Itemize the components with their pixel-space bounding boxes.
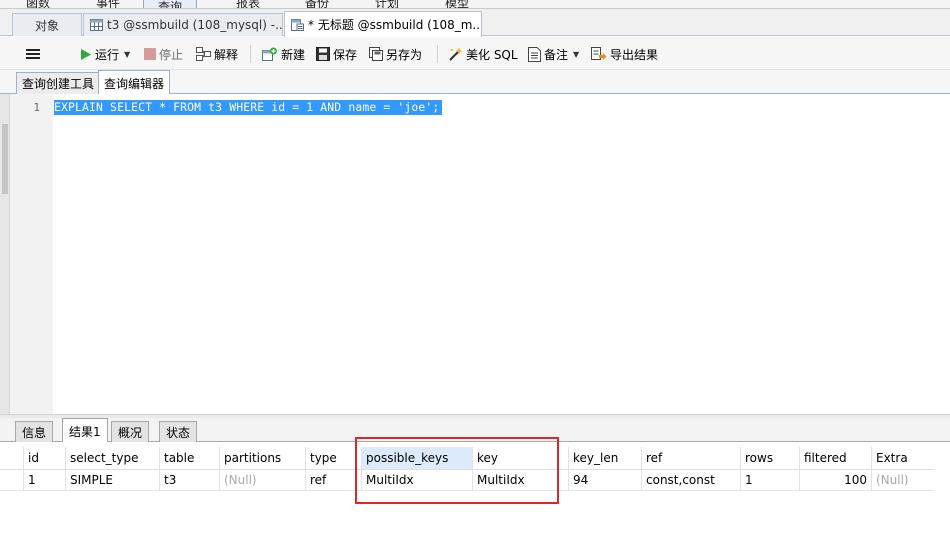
menu-item-model[interactable]: 模型 <box>445 0 469 8</box>
menu-item-functions[interactable]: 函数 <box>26 0 50 8</box>
editor-tab-bar: 查询创建工具 查询编辑器 <box>0 70 950 95</box>
line-number-gutter <box>10 94 53 414</box>
line-number: 1 <box>33 101 40 114</box>
tab-query-editor[interactable]: 查询编辑器 <box>98 70 171 95</box>
grid-cell[interactable]: ref <box>305 470 361 490</box>
tab-label: 对象 <box>34 18 59 33</box>
note-icon <box>528 46 541 62</box>
menu-item-backup[interactable]: 备份 <box>305 0 329 8</box>
export-icon <box>591 46 607 60</box>
save-as-label: 另存为 <box>386 47 423 62</box>
chevron-down-icon[interactable]: ▼ <box>124 50 130 59</box>
grid-cell[interactable]: 100 <box>799 470 871 490</box>
explain-button[interactable]: 解释 <box>196 45 238 63</box>
editor-scrollbar[interactable] <box>0 94 10 414</box>
save-as-icon <box>369 47 383 61</box>
save-icon <box>316 47 330 61</box>
selected-sql-text[interactable]: EXPLAIN SELECT * FROM t3 WHERE id = 1 AN… <box>54 100 443 115</box>
tab-label: * 无标题 @ssmbuild (108_m... <box>308 18 482 32</box>
stop-label: 停止 <box>159 47 184 62</box>
explain-label: 解释 <box>214 47 239 62</box>
export-label: 导出结果 <box>610 47 659 62</box>
tab-label: 查询编辑器 <box>104 76 165 91</box>
grid-cell[interactable]: SIMPLE <box>65 470 159 490</box>
column-header[interactable]: table <box>159 447 219 469</box>
tab-table-t3[interactable]: t3 @ssmbuild (108_mysql) -... <box>83 13 283 36</box>
tab-info[interactable]: 信息 <box>15 421 54 442</box>
menu-item-query[interactable]: 查询 <box>143 0 198 8</box>
tab-label: 状态 <box>166 425 191 440</box>
run-button[interactable]: 运行 ▼ <box>80 45 130 63</box>
grid-cell[interactable]: const,const <box>641 470 740 490</box>
sql-editor[interactable]: 1 EXPLAIN SELECT * FROM t3 WHERE id = 1 … <box>0 94 950 414</box>
tab-query-builder[interactable]: 查询创建工具 <box>16 72 101 94</box>
save-button[interactable]: 保存 <box>316 45 357 63</box>
tab-label: 结果1 <box>69 424 101 439</box>
column-header[interactable]: type <box>305 447 361 469</box>
new-query-icon <box>262 47 277 61</box>
tab-label: t3 @ssmbuild (108_mysql) -... <box>107 18 283 32</box>
tab-objects[interactable]: 对象 <box>12 13 82 36</box>
menu-bar: 函数 事件 查询 报表 备份 计划 模型 <box>0 0 950 9</box>
hamburger-icon <box>26 49 40 59</box>
column-header[interactable]: select_type <box>65 447 159 469</box>
tab-untitled-query[interactable]: * 无标题 @ssmbuild (108_m... <box>284 11 482 37</box>
column-header[interactable]: ref <box>641 447 740 469</box>
menu-item-schedule[interactable]: 计划 <box>375 0 399 8</box>
tab-label: 概况 <box>118 425 143 440</box>
menu-button[interactable] <box>26 45 43 63</box>
note-button[interactable]: 备注 ▼ <box>528 45 579 63</box>
note-label: 备注 <box>544 47 569 62</box>
tab-status[interactable]: 状态 <box>159 421 198 442</box>
document-tab-bar: 对象 t3 @ssmbuild (108_mysql) -... * 无标题 @… <box>0 9 950 37</box>
menu-item-reports[interactable]: 报表 <box>236 0 260 8</box>
grid-cell[interactable]: (Null) <box>871 470 934 490</box>
stop-icon <box>144 48 156 60</box>
tab-result-1[interactable]: 结果1 <box>62 418 108 443</box>
tab-label: 查询创建工具 <box>22 77 95 91</box>
column-header[interactable]: filtered <box>799 447 871 469</box>
scrollbar-thumb[interactable] <box>2 124 8 194</box>
column-header[interactable]: rows <box>740 447 799 469</box>
save-label: 保存 <box>333 47 358 62</box>
toolbar-divider <box>250 45 251 63</box>
column-header[interactable]: Extra <box>871 447 934 469</box>
toolbar-divider <box>437 45 438 63</box>
grid-cell[interactable]: (Null) <box>219 470 305 490</box>
table-icon <box>90 19 103 31</box>
grid-cell[interactable]: t3 <box>159 470 219 490</box>
grid-cell[interactable]: 1 <box>740 470 799 490</box>
tab-profile[interactable]: 概况 <box>111 421 150 442</box>
column-header[interactable]: id <box>23 447 65 469</box>
grid-cell[interactable]: 94 <box>568 470 641 490</box>
query-icon <box>291 18 304 31</box>
save-as-button[interactable]: 另存为 <box>369 45 422 63</box>
new-query-button[interactable]: 新建 <box>262 45 305 63</box>
chevron-down-icon[interactable]: ▼ <box>573 50 579 59</box>
column-header[interactable]: key_len <box>568 447 641 469</box>
play-icon <box>81 48 91 60</box>
annotation-highlight-box <box>355 437 559 504</box>
tab-label: 信息 <box>22 425 47 440</box>
export-results-button[interactable]: 导出结果 <box>591 45 658 63</box>
beautify-label: 美化 SQL <box>466 47 518 62</box>
grid-cell[interactable]: 1 <box>23 470 65 490</box>
query-toolbar: 运行 ▼ 停止 解释 新建 保存 另存为 美化 SQL 备注 ▼ 导出结果 <box>0 37 950 70</box>
stop-button[interactable]: 停止 <box>144 45 183 63</box>
column-header[interactable]: partitions <box>219 447 305 469</box>
new-label: 新建 <box>281 47 306 62</box>
menu-item-events[interactable]: 事件 <box>96 0 120 8</box>
explain-icon <box>196 47 211 61</box>
beautify-sql-button[interactable]: 美化 SQL <box>448 45 518 63</box>
magic-wand-icon <box>449 47 463 61</box>
run-label: 运行 <box>95 47 120 62</box>
